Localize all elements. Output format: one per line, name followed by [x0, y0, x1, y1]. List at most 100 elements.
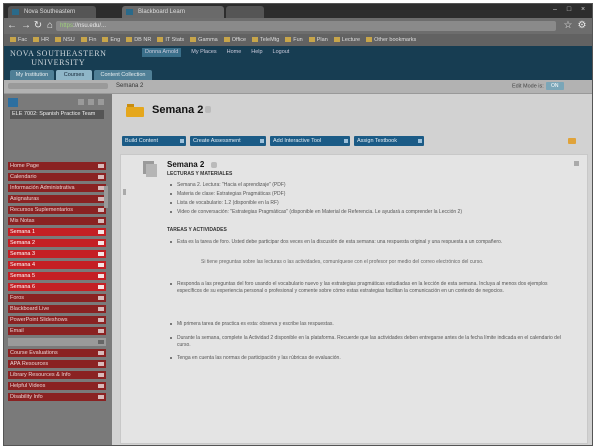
bookmark-item[interactable]: Fac [10, 34, 27, 46]
sidebar-item[interactable]: Helpful Videos [8, 382, 106, 390]
sidebar-item[interactable]: Email [8, 327, 106, 335]
item-options-icon[interactable] [98, 175, 104, 179]
bookmark-item[interactable]: NSU [55, 34, 75, 46]
home-icon[interactable]: ⌂ [44, 20, 56, 32]
bookmark-item[interactable]: IT Stats [157, 34, 184, 46]
close-icon[interactable]: × [578, 6, 588, 14]
bookmark-item[interactable]: Fun [285, 34, 303, 46]
bookmark-item[interactable]: Plan [308, 34, 328, 46]
item-options-icon[interactable] [98, 230, 104, 234]
sidebar-item[interactable]: Asignaturas [8, 195, 106, 203]
options-icon[interactable] [205, 106, 211, 113]
assign-textbook-button[interactable]: Assign Textbook [354, 136, 424, 146]
sidebar-item[interactable]: Semana 6 [8, 283, 106, 291]
add-menu-item-icon[interactable] [8, 98, 18, 107]
drag-handle[interactable] [123, 189, 126, 195]
item-options-icon[interactable] [98, 263, 104, 267]
reload-icon[interactable]: ↻ [32, 20, 44, 32]
sidebar-item[interactable]: Calendario [8, 173, 106, 181]
browser-tab[interactable]: Nova Southeastern [8, 6, 96, 18]
item-options-icon[interactable] [98, 318, 104, 322]
edit-mode-toggle[interactable]: Edit Mode is: ON [512, 82, 564, 91]
university-logo[interactable]: NOVA SOUTHEASTERN UNIVERSITY [10, 49, 107, 67]
scrollbar[interactable] [104, 186, 108, 208]
item-options-icon[interactable] [98, 307, 104, 311]
item-options-icon[interactable] [98, 208, 104, 212]
edit-mode-switch[interactable]: ON [545, 82, 564, 90]
tab-content-collection[interactable]: Content Collection [94, 70, 152, 80]
sidebar-item[interactable]: Home Page [8, 162, 106, 170]
item-options-icon[interactable] [98, 164, 104, 168]
sidebar-item[interactable]: Semana 1 [8, 228, 106, 236]
tab-courses[interactable]: Courses [56, 70, 92, 80]
bookmark-item[interactable]: TeleMtg [252, 34, 279, 46]
item-options-icon[interactable] [98, 296, 104, 300]
item-options-icon[interactable] [98, 395, 104, 399]
item-options-icon[interactable] [98, 241, 104, 245]
create-assessment-button[interactable]: Create Assessment [190, 136, 266, 146]
sidebar-item[interactable]: Course Evaluations [8, 349, 106, 357]
sidebar-item[interactable]: Library Resources & Info [8, 371, 106, 379]
sidebar-item[interactable]: Foros [8, 294, 106, 302]
browser-tab-active[interactable]: Blackboard Learn [122, 6, 224, 18]
logout-link[interactable]: Logout [273, 48, 290, 57]
sort-icon[interactable] [568, 138, 576, 144]
maximize-icon[interactable]: □ [564, 6, 574, 14]
sidebar-item[interactable]: Semana 5 [8, 272, 106, 280]
item-options-icon[interactable] [98, 274, 104, 278]
user-name-link[interactable]: Donna Arnold [142, 48, 182, 57]
folder-icon [333, 37, 340, 43]
folder-view-icon[interactable] [88, 99, 94, 105]
bookmark-item[interactable]: Gamma [190, 34, 218, 46]
bookmark-item[interactable]: Lecture [333, 34, 360, 46]
course-title[interactable]: ELE 7002: Spanish Practice Team [10, 110, 104, 119]
sidebar-item[interactable]: Semana 3 [8, 250, 106, 258]
item-options-icon[interactable] [211, 162, 217, 168]
item-options-icon[interactable] [98, 351, 104, 355]
bookmark-item[interactable]: DB NR [126, 34, 151, 46]
item-options-icon[interactable] [98, 329, 104, 333]
help-link[interactable]: Help [251, 48, 262, 57]
item-options-icon[interactable] [98, 219, 104, 223]
add-interactive-tool-button[interactable]: Add Interactive Tool [270, 136, 350, 146]
item-options-icon[interactable] [98, 384, 104, 388]
folder-icon [80, 37, 87, 43]
sidebar-item[interactable] [8, 338, 106, 346]
refresh-icon[interactable] [78, 99, 84, 105]
collapse-icon[interactable] [574, 161, 579, 166]
back-icon[interactable]: ← [6, 20, 18, 32]
item-options-icon[interactable] [98, 373, 104, 377]
item-title[interactable]: Semana 2 [167, 160, 204, 170]
item-options-icon[interactable] [98, 252, 104, 256]
sidebar-item[interactable]: Recursos Suplementarios [8, 206, 106, 214]
bookmark-item[interactable]: HR [33, 34, 49, 46]
collapse-icon[interactable] [98, 99, 104, 105]
bookmark-item[interactable]: Other bookmarks [366, 34, 416, 46]
sidebar-item[interactable]: Semana 2 [8, 239, 106, 247]
sidebar-item[interactable]: Disability Info [8, 393, 106, 401]
tab-my-institution[interactable]: My Institution [10, 70, 54, 80]
my-places-link[interactable]: My Places [191, 48, 216, 57]
sidebar-item[interactable]: Blackboard Live [8, 305, 106, 313]
new-tab[interactable] [226, 6, 264, 18]
chevron-down-icon [418, 139, 422, 143]
bookmark-item[interactable]: Office [223, 34, 246, 46]
bookmark-item[interactable]: Eng [102, 34, 120, 46]
bookmark-item[interactable]: Fin [80, 34, 96, 46]
item-options-icon[interactable] [98, 362, 104, 366]
url-field[interactable]: https://nsu.edu/... [56, 21, 556, 31]
sidebar-item[interactable]: Mis Notas [8, 217, 106, 225]
breadcrumb-course[interactable] [8, 83, 108, 89]
forward-icon[interactable]: → [20, 20, 32, 32]
home-link[interactable]: Home [227, 48, 242, 57]
minimize-icon[interactable]: – [550, 6, 560, 14]
item-options-icon[interactable] [98, 285, 104, 289]
item-options-icon[interactable] [98, 340, 104, 344]
wrench-icon[interactable]: ⚙ [576, 20, 588, 32]
build-content-button[interactable]: Build Content [122, 136, 186, 146]
sidebar-item[interactable]: Semana 4 [8, 261, 106, 269]
star-icon[interactable]: ☆ [562, 20, 574, 32]
sidebar-item[interactable]: Información Administrativa [8, 184, 106, 192]
sidebar-item[interactable]: PowerPoint Slideshows [8, 316, 106, 324]
sidebar-item[interactable]: APA Resources [8, 360, 106, 368]
